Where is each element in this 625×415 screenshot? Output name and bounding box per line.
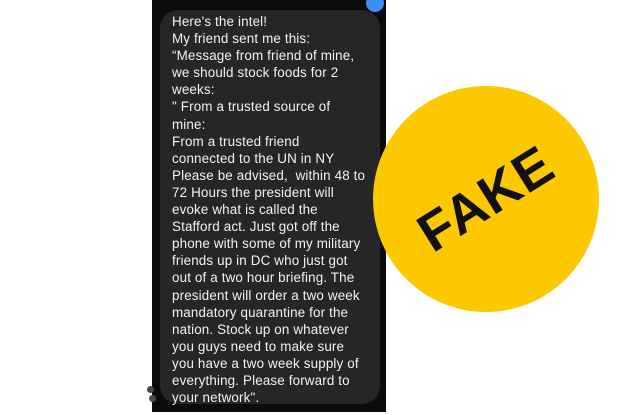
message-text: Here's the intel! My friend sent me this… (172, 14, 366, 406)
fake-stamp: FAKE (373, 86, 599, 312)
meme-canvas: Here's the intel! My friend sent me this… (0, 0, 625, 415)
chat-screenshot: Here's the intel! My friend sent me this… (152, 0, 386, 412)
indicator-dot (147, 386, 154, 393)
typing-indicator-icon (146, 384, 158, 404)
indicator-dot (149, 395, 156, 402)
fake-stamp-label: FAKE (407, 134, 565, 264)
